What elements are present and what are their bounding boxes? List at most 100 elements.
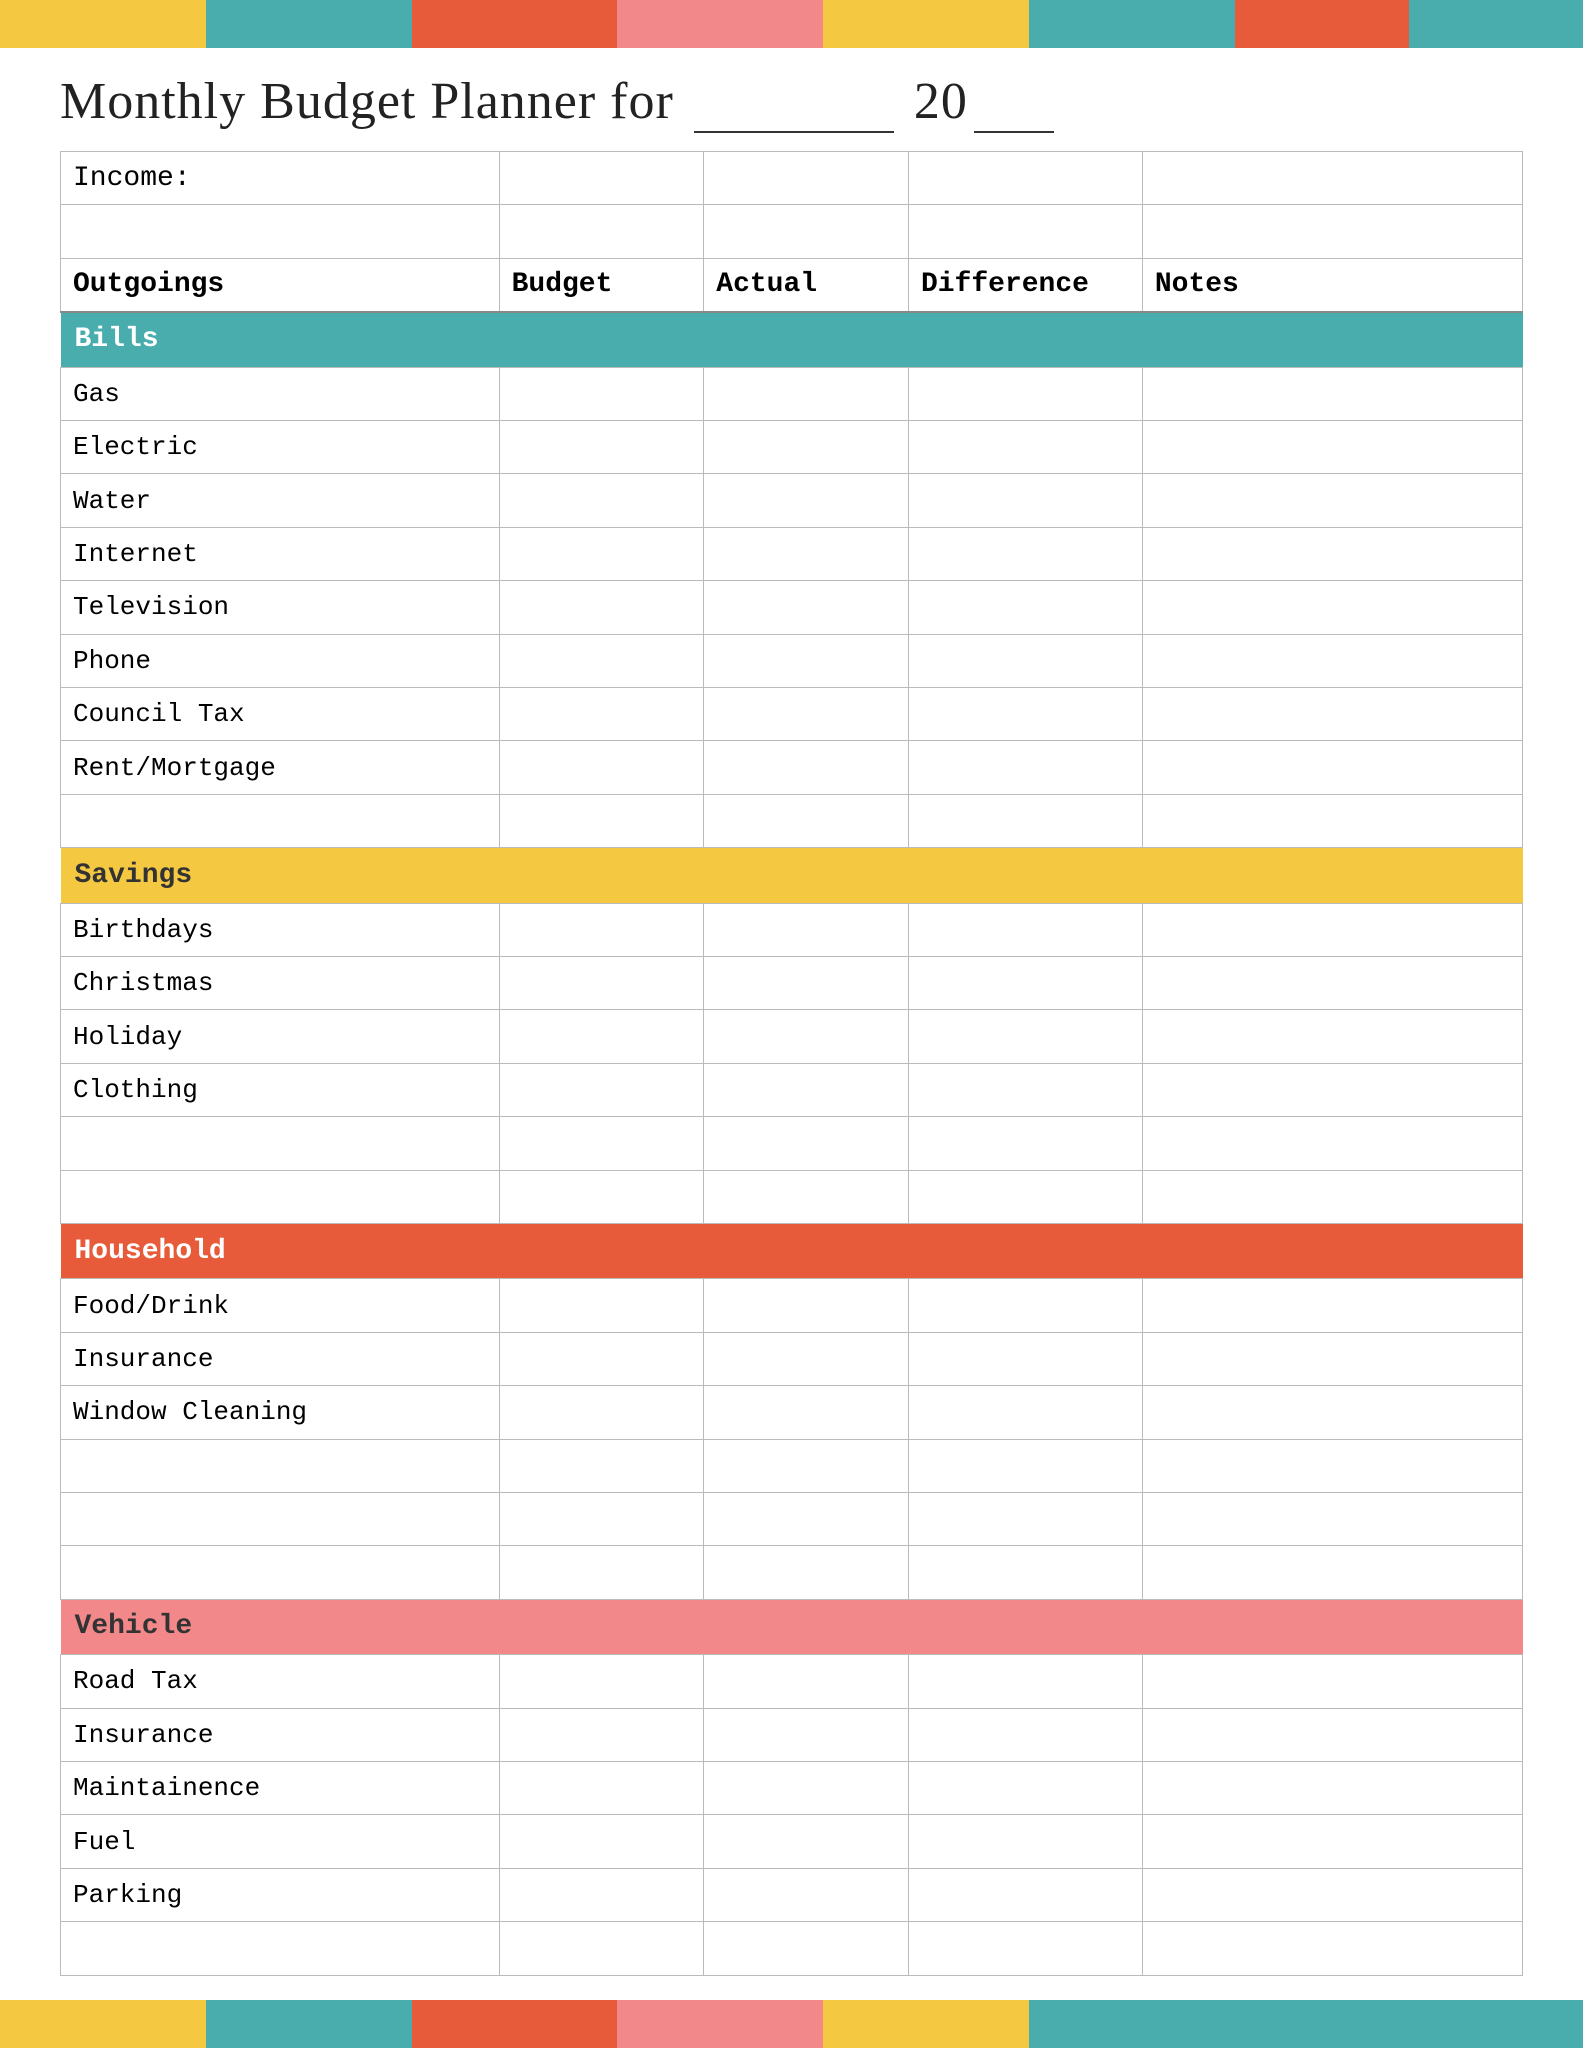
notes-insurance-household[interactable] <box>1142 1332 1522 1385</box>
budget-maintainence[interactable] <box>499 1761 704 1814</box>
budget-food-drink[interactable] <box>499 1279 704 1332</box>
top-bar <box>0 0 1583 48</box>
label-fuel: Fuel <box>61 1815 500 1868</box>
notes-christmas[interactable] <box>1142 956 1522 1009</box>
diff-television[interactable] <box>908 581 1142 634</box>
budget-christmas[interactable] <box>499 956 704 1009</box>
diff-council-tax[interactable] <box>908 687 1142 740</box>
top-bar-seg-5 <box>823 0 1029 48</box>
diff-fuel[interactable] <box>908 1815 1142 1868</box>
budget-internet[interactable] <box>499 527 704 580</box>
diff-water[interactable] <box>908 474 1142 527</box>
notes-gas[interactable] <box>1142 367 1522 420</box>
notes-television[interactable] <box>1142 581 1522 634</box>
actual-council-tax[interactable] <box>704 687 909 740</box>
diff-clothing[interactable] <box>908 1063 1142 1116</box>
budget-electric[interactable] <box>499 421 704 474</box>
actual-internet[interactable] <box>704 527 909 580</box>
actual-window-cleaning[interactable] <box>704 1386 909 1439</box>
budget-clothing[interactable] <box>499 1063 704 1116</box>
label-christmas: Christmas <box>61 956 500 1009</box>
diff-insurance-household[interactable] <box>908 1332 1142 1385</box>
diff-holiday[interactable] <box>908 1010 1142 1063</box>
row-insurance-vehicle: Insurance <box>61 1708 1523 1761</box>
diff-phone[interactable] <box>908 634 1142 687</box>
budget-council-tax[interactable] <box>499 687 704 740</box>
budget-parking[interactable] <box>499 1868 704 1921</box>
notes-birthdays[interactable] <box>1142 903 1522 956</box>
actual-insurance-household[interactable] <box>704 1332 909 1385</box>
notes-road-tax[interactable] <box>1142 1655 1522 1708</box>
diff-window-cleaning[interactable] <box>908 1386 1142 1439</box>
actual-christmas[interactable] <box>704 956 909 1009</box>
income-budget-cell[interactable] <box>499 152 704 205</box>
actual-gas[interactable] <box>704 367 909 420</box>
budget-television[interactable] <box>499 581 704 634</box>
diff-road-tax[interactable] <box>908 1655 1142 1708</box>
actual-fuel[interactable] <box>704 1815 909 1868</box>
label-council-tax: Council Tax <box>61 687 500 740</box>
notes-parking[interactable] <box>1142 1868 1522 1921</box>
row-road-tax: Road Tax <box>61 1655 1523 1708</box>
diff-food-drink[interactable] <box>908 1279 1142 1332</box>
actual-phone[interactable] <box>704 634 909 687</box>
row-electric: Electric <box>61 421 1523 474</box>
actual-clothing[interactable] <box>704 1063 909 1116</box>
income-actual-cell[interactable] <box>704 152 909 205</box>
notes-insurance-vehicle[interactable] <box>1142 1708 1522 1761</box>
diff-maintainence[interactable] <box>908 1761 1142 1814</box>
notes-holiday[interactable] <box>1142 1010 1522 1063</box>
budget-insurance-household[interactable] <box>499 1332 704 1385</box>
budget-rent-mortgage[interactable] <box>499 741 704 794</box>
notes-fuel[interactable] <box>1142 1815 1522 1868</box>
notes-electric[interactable] <box>1142 421 1522 474</box>
actual-birthdays[interactable] <box>704 903 909 956</box>
budget-holiday[interactable] <box>499 1010 704 1063</box>
income-diff-cell[interactable] <box>908 152 1142 205</box>
income-notes-cell[interactable] <box>1142 152 1522 205</box>
actual-television[interactable] <box>704 581 909 634</box>
diff-electric[interactable] <box>908 421 1142 474</box>
category-savings: Savings <box>61 848 1523 903</box>
diff-parking[interactable] <box>908 1868 1142 1921</box>
actual-electric[interactable] <box>704 421 909 474</box>
notes-council-tax[interactable] <box>1142 687 1522 740</box>
actual-road-tax[interactable] <box>704 1655 909 1708</box>
notes-food-drink[interactable] <box>1142 1279 1522 1332</box>
category-vehicle: Vehicle <box>61 1599 1523 1654</box>
actual-maintainence[interactable] <box>704 1761 909 1814</box>
notes-rent-mortgage[interactable] <box>1142 741 1522 794</box>
actual-holiday[interactable] <box>704 1010 909 1063</box>
diff-rent-mortgage[interactable] <box>908 741 1142 794</box>
budget-window-cleaning[interactable] <box>499 1386 704 1439</box>
actual-rent-mortgage[interactable] <box>704 741 909 794</box>
budget-gas[interactable] <box>499 367 704 420</box>
row-parking: Parking <box>61 1868 1523 1921</box>
month-field[interactable] <box>694 72 894 133</box>
budget-fuel[interactable] <box>499 1815 704 1868</box>
actual-parking[interactable] <box>704 1868 909 1921</box>
notes-window-cleaning[interactable] <box>1142 1386 1522 1439</box>
diff-gas[interactable] <box>908 367 1142 420</box>
actual-food-drink[interactable] <box>704 1279 909 1332</box>
budget-water[interactable] <box>499 474 704 527</box>
top-bar-seg-3 <box>412 0 618 48</box>
diff-birthdays[interactable] <box>908 903 1142 956</box>
notes-water[interactable] <box>1142 474 1522 527</box>
year-field[interactable] <box>974 72 1054 133</box>
diff-insurance-vehicle[interactable] <box>908 1708 1142 1761</box>
budget-road-tax[interactable] <box>499 1655 704 1708</box>
diff-internet[interactable] <box>908 527 1142 580</box>
budget-phone[interactable] <box>499 634 704 687</box>
budget-insurance-vehicle[interactable] <box>499 1708 704 1761</box>
notes-maintainence[interactable] <box>1142 1761 1522 1814</box>
actual-insurance-vehicle[interactable] <box>704 1708 909 1761</box>
row-window-cleaning: Window Cleaning <box>61 1386 1523 1439</box>
notes-clothing[interactable] <box>1142 1063 1522 1116</box>
diff-christmas[interactable] <box>908 956 1142 1009</box>
budget-birthdays[interactable] <box>499 903 704 956</box>
notes-phone[interactable] <box>1142 634 1522 687</box>
notes-internet[interactable] <box>1142 527 1522 580</box>
empty-row-1 <box>61 205 1523 258</box>
actual-water[interactable] <box>704 474 909 527</box>
